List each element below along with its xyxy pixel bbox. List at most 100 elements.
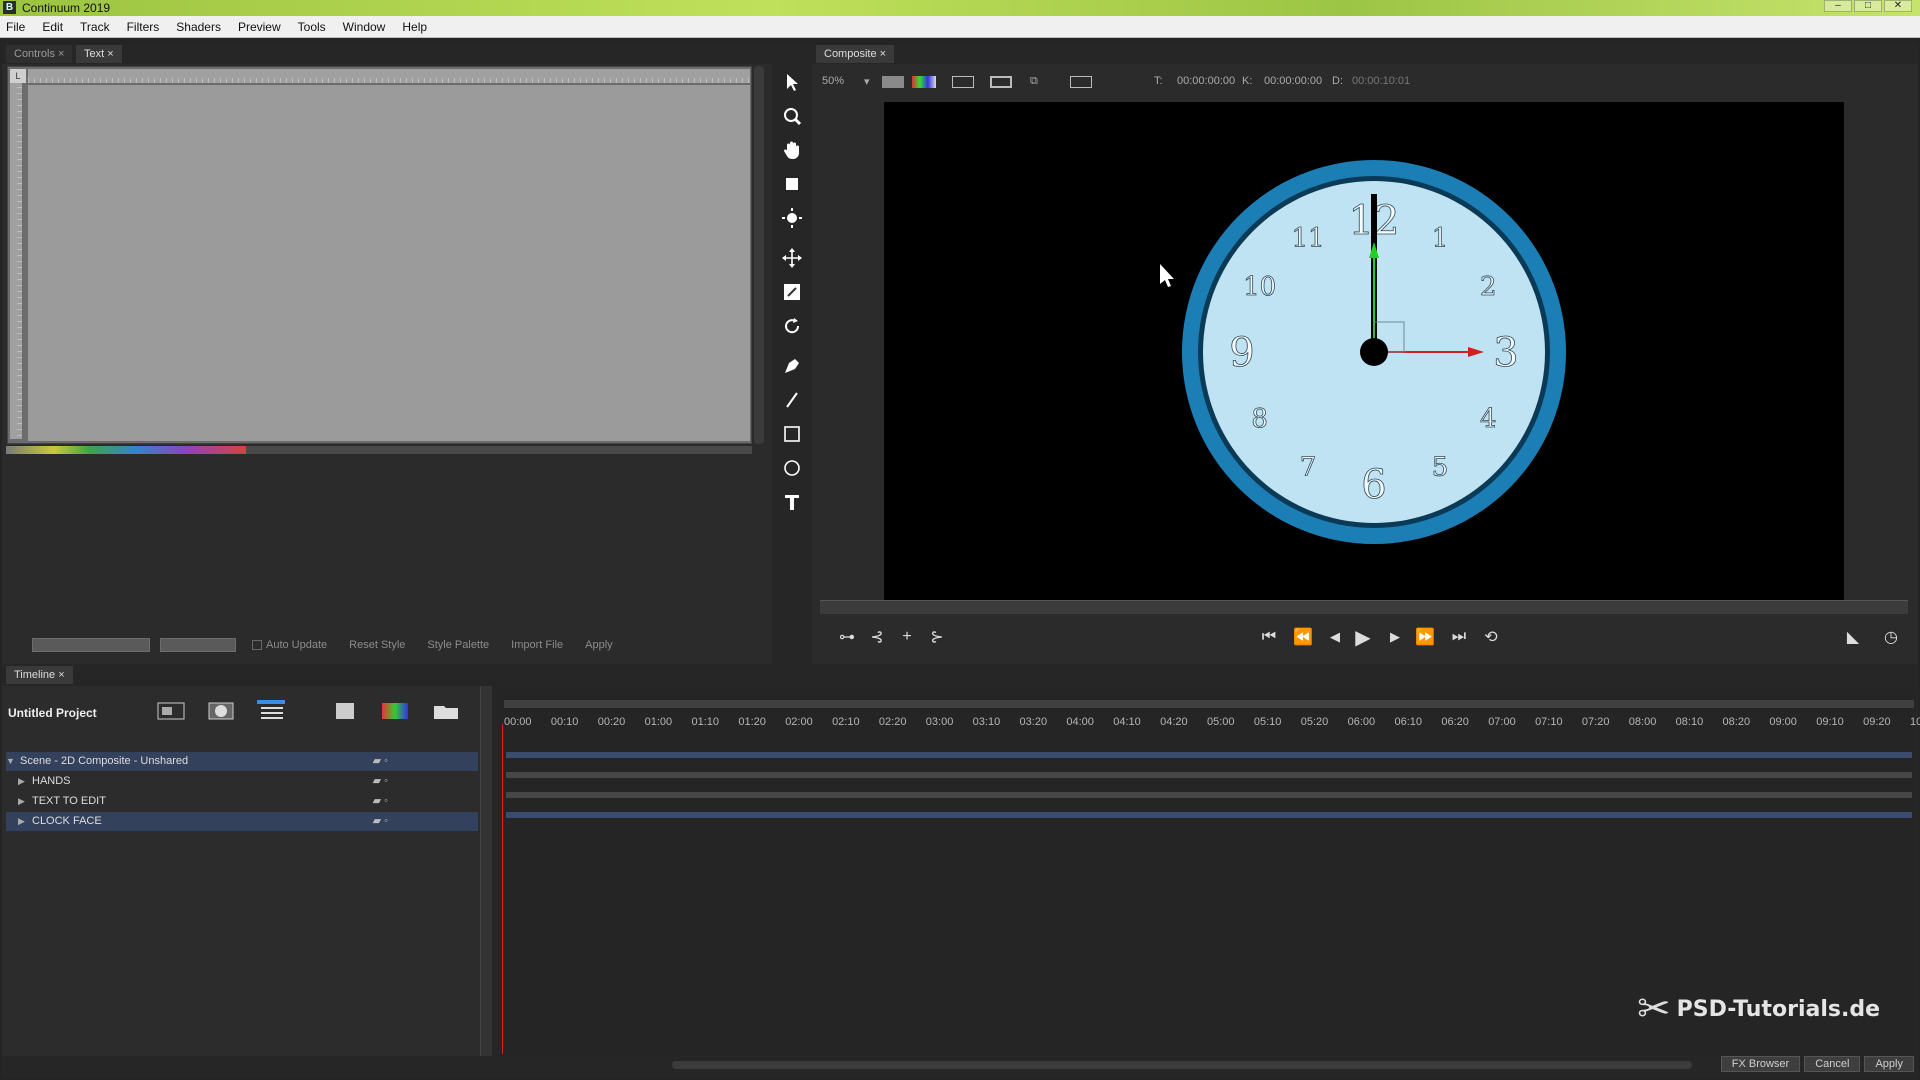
preview-scrub-bar[interactable] [820,600,1908,614]
step-back-icon[interactable]: ◀ [1324,626,1346,648]
close-button[interactable]: ✕ [1884,0,1912,12]
track-bar-hands[interactable] [506,772,1912,778]
track-row-hands[interactable]: ▶ HANDS ▰ ◦ [6,772,478,791]
open-folder-icon[interactable] [430,698,464,724]
apply-button[interactable]: Apply [1864,1056,1914,1072]
horizontal-scrollbar[interactable] [246,446,752,454]
maximize-button[interactable]: □ [1854,0,1882,12]
render-icon[interactable]: ◣ [1842,626,1864,648]
solid-layer-icon[interactable] [332,698,358,724]
timeline-tick-label: 06:20 [1441,716,1469,728]
prev-keyframe-icon[interactable]: ⊰ [866,626,888,648]
ruler-corner[interactable]: L [10,69,26,83]
crop-tool-icon[interactable] [780,172,804,196]
menu-tools[interactable]: Tools [298,20,326,34]
menu-help[interactable]: Help [402,20,427,34]
track-row-scene[interactable]: ▼ Scene - 2D Composite - Unshared ▰ ◦ [6,752,478,771]
brush-tool-icon[interactable] [780,388,804,412]
playhead[interactable] [502,724,503,1054]
layer-view-icon[interactable]: ⧉ [1030,75,1038,88]
tab-controls[interactable]: Controls × [6,45,73,63]
style-name-field[interactable] [160,638,236,652]
tab-text[interactable]: Text × [76,45,122,63]
import-file-button[interactable]: Import File [505,639,569,651]
key-icon[interactable]: ⊶ [832,626,862,648]
track-visibility-icon[interactable]: ▰ ◦ [373,752,388,771]
tab-timeline[interactable]: Timeline × [6,666,73,684]
expand-icon[interactable]: ▶ [18,772,32,791]
scale-tool-icon[interactable] [780,280,804,304]
track-row-clock-face[interactable]: ▶ CLOCK FACE ▰ ◦ [6,812,478,831]
rectangle-tool-icon[interactable] [780,422,804,446]
track-bar-scene[interactable] [506,752,1912,758]
timeline-tick-label: 06:00 [1347,716,1376,728]
timeline-bottom-scrollbar[interactable] [492,1056,1916,1074]
menu-preview[interactable]: Preview [238,20,281,34]
reset-style-button[interactable]: Reset Style [343,639,411,651]
color-spectrum-bar[interactable] [6,446,246,454]
ellipse-tool-icon[interactable] [780,456,804,480]
track-visibility-icon[interactable]: ▰ ◦ [373,772,388,791]
realtime-icon[interactable]: ◷ [1880,626,1902,648]
menu-edit[interactable]: Edit [42,20,63,34]
menu-shaders[interactable]: Shaders [176,20,221,34]
move-tool-icon[interactable] [780,246,804,270]
hand-tool-icon[interactable] [780,138,804,162]
guides-icon[interactable] [990,76,1012,88]
minimize-button[interactable]: – [1824,0,1852,12]
background-color-icon[interactable] [882,76,904,88]
mask-icon[interactable] [206,698,236,724]
horizontal-scroll-thumb[interactable] [672,1061,1692,1069]
track-row-text-to-edit[interactable]: ▶ TEXT TO EDIT ▰ ◦ [6,792,478,811]
play-icon[interactable]: ▶ [1352,626,1374,649]
select-tool-icon[interactable] [780,70,804,94]
rewind-icon[interactable]: ⏪ [1292,626,1314,648]
step-forward-icon[interactable]: ▶ [1384,626,1406,648]
menu-file[interactable]: File [6,20,25,34]
track-visibility-icon[interactable]: ▰ ◦ [373,792,388,811]
menu-bar: File Edit Track Filters Shaders Preview … [0,16,1920,38]
cancel-button[interactable]: Cancel [1804,1056,1861,1072]
timeline-splitter[interactable] [480,686,492,1056]
rotate-tool-icon[interactable] [780,314,804,338]
loop-icon[interactable]: ⟲ [1480,626,1502,648]
text-editor-area[interactable]: L [7,66,752,444]
auto-update-checkbox[interactable]: Auto Update [246,639,333,651]
layer-panel-icon[interactable] [154,698,188,724]
expand-icon[interactable]: ▶ [18,812,32,831]
add-layer-icon[interactable] [254,698,288,724]
split-view-icon[interactable] [1070,76,1092,88]
menu-track[interactable]: Track [80,20,110,34]
next-keyframe-icon[interactable]: ⊱ [926,626,948,648]
safe-area-icon[interactable] [952,76,974,88]
pen-tool-icon[interactable] [780,354,804,378]
text-tool-icon[interactable] [780,490,804,514]
track-visibility-icon[interactable]: ▰ ◦ [373,812,388,831]
color-layer-icon[interactable] [378,698,412,724]
light-tool-icon[interactable] [780,206,804,230]
fx-browser-button[interactable]: FX Browser [1720,1056,1801,1072]
text-area-scrollbar[interactable] [754,66,764,444]
fast-forward-icon[interactable]: ⏩ [1414,626,1436,648]
text-edit-surface[interactable] [28,85,750,441]
tab-composite[interactable]: Composite × [816,45,895,63]
zoom-dropdown-icon[interactable]: ▾ [864,75,870,88]
collapse-icon[interactable]: ▼ [6,752,20,771]
menu-filters[interactable]: Filters [127,20,160,34]
apply-text-button[interactable]: Apply [579,639,619,651]
style-palette-button[interactable]: Style Palette [421,639,495,651]
composite-viewer[interactable]: 121234567891011 [884,102,1844,600]
expand-icon[interactable]: ▶ [18,792,32,811]
zoom-select[interactable]: 50% [822,75,844,87]
style-preset-field[interactable] [32,638,150,652]
go-to-start-icon[interactable]: ⏮ [1258,626,1280,648]
menu-window[interactable]: Window [343,20,386,34]
add-keyframe-icon[interactable]: + [896,626,918,648]
go-to-end-icon[interactable]: ⏭ [1448,626,1470,648]
timeline-zoom-scrollbar[interactable] [504,700,1914,708]
zoom-tool-icon[interactable] [780,104,804,128]
track-bar-text-to-edit[interactable] [506,792,1912,798]
channels-icon[interactable] [912,76,936,88]
timeline-ruler[interactable]: 00:00 00:10 00:20 01:00 01:10 01:20 02:00 02:10… [504,716,1920,738]
track-bar-clock-face[interactable] [506,812,1912,818]
